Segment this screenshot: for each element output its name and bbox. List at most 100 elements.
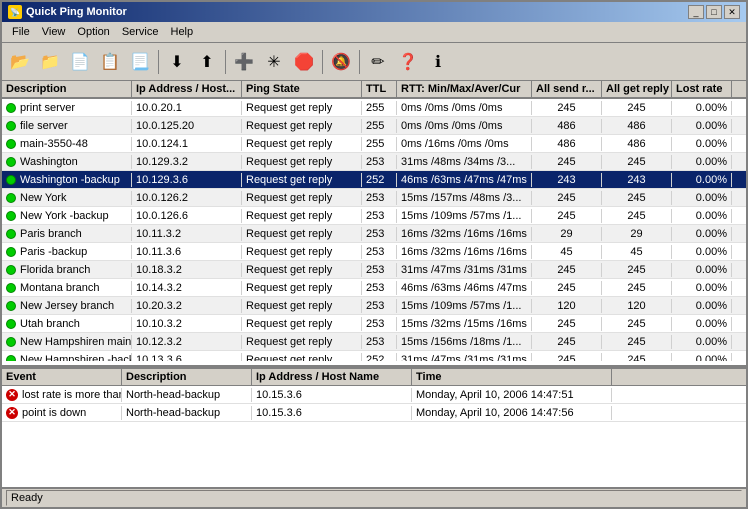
title-bar-left: 📡 Quick Ping Monitor: [8, 5, 127, 19]
table-row[interactable]: Utah branch 10.10.3.2 Request get reply …: [2, 315, 746, 333]
cell-ttl: 253: [362, 191, 397, 205]
table-row[interactable]: file server 10.0.125.20 Request get repl…: [2, 117, 746, 135]
new-folder-button[interactable]: 📁: [36, 48, 64, 76]
status-dot: [6, 193, 16, 203]
cell-ip: 10.11.3.6: [132, 245, 242, 259]
cell-ping: Request get reply: [242, 281, 362, 295]
table-row[interactable]: New Hampshiren main 10.12.3.2 Request ge…: [2, 333, 746, 351]
cell-ip: 10.129.3.2: [132, 155, 242, 169]
copy-button[interactable]: 📋: [96, 48, 124, 76]
desc-text: Washington -backup: [20, 174, 120, 186]
cell-rtt: 31ms /47ms /31ms /31ms: [397, 263, 532, 277]
table-row[interactable]: Washington -backup 10.129.3.6 Request ge…: [2, 171, 746, 189]
download-button[interactable]: ⬇: [163, 48, 191, 76]
menu-help[interactable]: Help: [165, 24, 200, 40]
maximize-button[interactable]: □: [706, 5, 722, 19]
status-dot: [6, 229, 16, 239]
event-cell-time: Monday, April 10, 2006 14:47:56: [412, 406, 612, 420]
cell-ping: Request get reply: [242, 245, 362, 259]
cell-rtt: 15ms /109ms /57ms /1...: [397, 209, 532, 223]
open-folder-button[interactable]: 📂: [6, 48, 34, 76]
table-row[interactable]: main-3550-48 10.0.124.1 Request get repl…: [2, 135, 746, 153]
cell-reply: 245: [602, 317, 672, 331]
cell-ttl: 253: [362, 209, 397, 223]
blank-doc-button[interactable]: 📃: [126, 48, 154, 76]
cell-lost: 0.00%: [672, 227, 732, 241]
menu-service[interactable]: Service: [116, 24, 165, 40]
event-cell-ip: 10.15.3.6: [252, 406, 412, 420]
close-button[interactable]: ✕: [724, 5, 740, 19]
event-cell-event: ✕ point is down: [2, 406, 122, 420]
status-dot: [6, 211, 16, 221]
toolbar-separator-3: [322, 50, 323, 74]
cell-ping: Request get reply: [242, 155, 362, 169]
toolbar: 📂 📁 📄 📋 📃 ⬇ ⬆ ➕ ✳ 🛑 🔕 ✏ ❓ ℹ: [2, 43, 746, 81]
cell-ip: 10.11.3.2: [132, 227, 242, 241]
event-row[interactable]: ✕ lost rate is more than switch North-he…: [2, 386, 746, 404]
cell-desc: Florida branch: [2, 263, 132, 277]
table-row[interactable]: New York -backup 10.0.126.6 Request get …: [2, 207, 746, 225]
header-ip: Ip Address / Host...: [132, 81, 242, 97]
cell-reply: 245: [602, 353, 672, 362]
events-header: Event Description Ip Address / Host Name…: [2, 369, 746, 386]
table-row[interactable]: Paris branch 10.11.3.2 Request get reply…: [2, 225, 746, 243]
cell-ping: Request get reply: [242, 101, 362, 115]
events-area: Event Description Ip Address / Host Name…: [2, 367, 746, 487]
cell-send: 245: [532, 317, 602, 331]
cell-ttl: 253: [362, 299, 397, 313]
desc-text: file server: [20, 120, 68, 132]
table-row[interactable]: Florida branch 10.18.3.2 Request get rep…: [2, 261, 746, 279]
table-row[interactable]: Washington 10.129.3.2 Request get reply …: [2, 153, 746, 171]
table-rows: print server 10.0.20.1 Request get reply…: [2, 99, 746, 361]
status-label: Ready: [11, 492, 43, 504]
edit-button[interactable]: ✏: [364, 48, 392, 76]
asterisk-button[interactable]: ✳: [260, 48, 288, 76]
minimize-button[interactable]: _: [688, 5, 704, 19]
event-row[interactable]: ✕ point is down North-head-backup 10.15.…: [2, 404, 746, 422]
menu-file[interactable]: File: [6, 24, 36, 40]
cell-ip: 10.10.3.2: [132, 317, 242, 331]
cell-reply: 245: [602, 209, 672, 223]
cell-rtt: 0ms /16ms /0ms /0ms: [397, 137, 532, 151]
info-button[interactable]: ℹ: [424, 48, 452, 76]
event-header-event: Event: [2, 369, 122, 385]
cell-ping: Request get reply: [242, 137, 362, 151]
mute-button[interactable]: 🔕: [327, 48, 355, 76]
app-icon: 📡: [8, 5, 22, 19]
cell-reply: 245: [602, 281, 672, 295]
cell-send: 245: [532, 155, 602, 169]
cell-rtt: 15ms /32ms /15ms /16ms: [397, 317, 532, 331]
cell-ip: 10.20.3.2: [132, 299, 242, 313]
title-buttons: _ □ ✕: [688, 5, 740, 19]
cell-send: 120: [532, 299, 602, 313]
add-button[interactable]: ➕: [230, 48, 258, 76]
cell-ping: Request get reply: [242, 227, 362, 241]
menu-view[interactable]: View: [36, 24, 72, 40]
table-row[interactable]: New York 10.0.126.2 Request get reply 25…: [2, 189, 746, 207]
cell-desc: Paris branch: [2, 227, 132, 241]
cell-ip: 10.18.3.2: [132, 263, 242, 277]
table-row[interactable]: Montana branch 10.14.3.2 Request get rep…: [2, 279, 746, 297]
document-button[interactable]: 📄: [66, 48, 94, 76]
table-row[interactable]: Paris -backup 10.11.3.6 Request get repl…: [2, 243, 746, 261]
event-cell-event: ✕ lost rate is more than switch: [2, 388, 122, 402]
cell-ping: Request get reply: [242, 173, 362, 187]
desc-text: Utah branch: [20, 318, 80, 330]
upload-button[interactable]: ⬆: [193, 48, 221, 76]
cell-ip: 10.0.126.2: [132, 191, 242, 205]
status-dot: [6, 283, 16, 293]
table-row[interactable]: print server 10.0.20.1 Request get reply…: [2, 99, 746, 117]
cell-ttl: 255: [362, 101, 397, 115]
cell-lost: 0.00%: [672, 137, 732, 151]
menu-option[interactable]: Option: [71, 24, 115, 40]
status-dot: [6, 121, 16, 131]
cell-lost: 0.00%: [672, 353, 732, 362]
cell-ip: 10.0.125.20: [132, 119, 242, 133]
cell-ip: 10.14.3.2: [132, 281, 242, 295]
table-row[interactable]: New Hampshiren -backup 10.13.3.6 Request…: [2, 351, 746, 361]
stop-button[interactable]: 🛑: [290, 48, 318, 76]
table-row[interactable]: New Jersey branch 10.20.3.2 Request get …: [2, 297, 746, 315]
help-button[interactable]: ❓: [394, 48, 422, 76]
error-icon: ✕: [6, 389, 18, 401]
cell-send: 245: [532, 353, 602, 362]
